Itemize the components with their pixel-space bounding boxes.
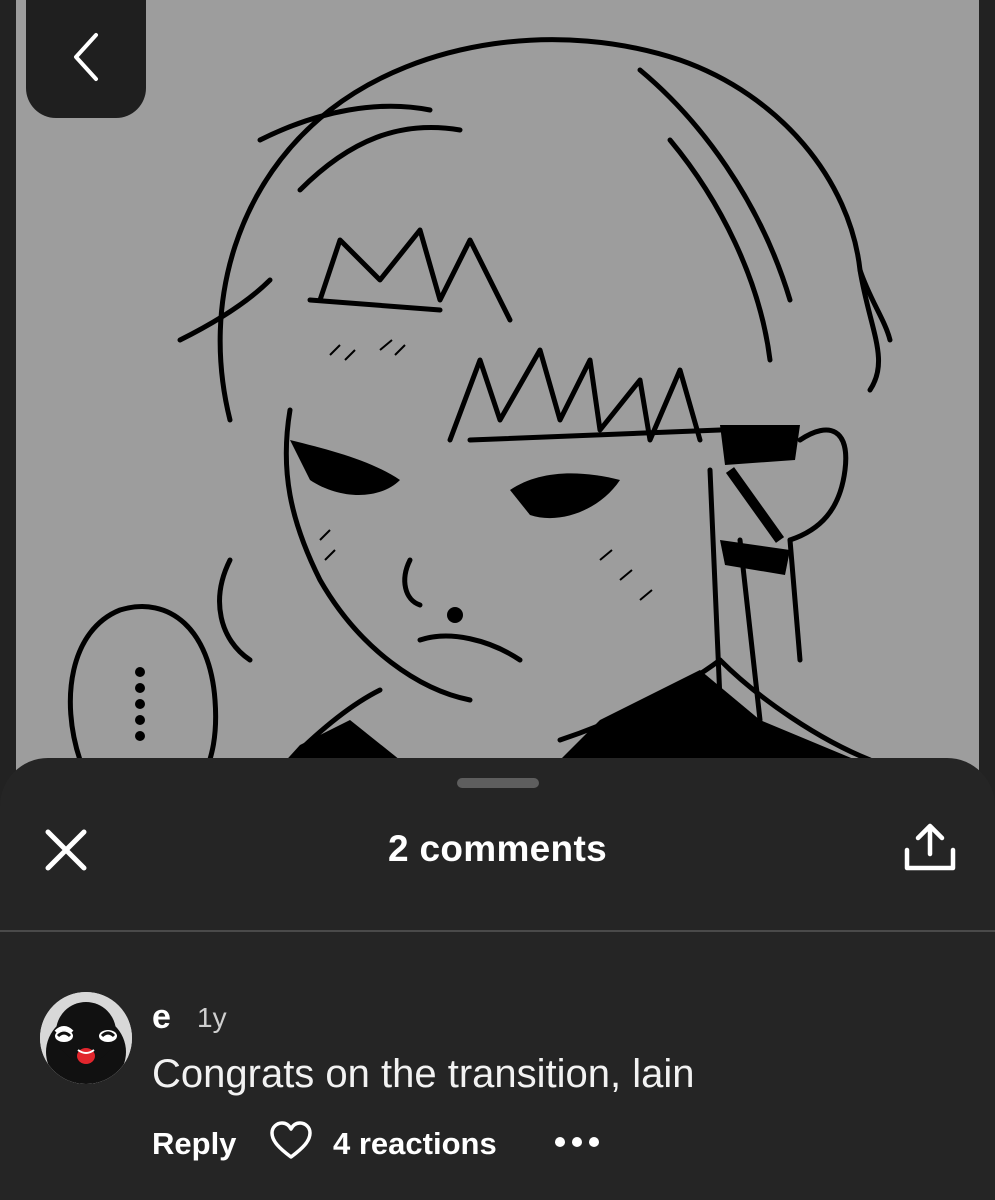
share-icon xyxy=(902,822,958,879)
divider xyxy=(0,930,995,932)
share-button[interactable] xyxy=(898,820,962,880)
comment-text: Congrats on the transition, lain xyxy=(152,1052,695,1096)
comments-title: 2 comments xyxy=(388,828,607,869)
drag-handle[interactable] xyxy=(457,778,539,788)
comment-time: 1y xyxy=(197,1002,227,1033)
back-button[interactable] xyxy=(26,0,146,118)
avatar[interactable] xyxy=(40,992,132,1084)
chevron-left-icon xyxy=(66,29,106,90)
reactions-count[interactable]: 4 reactions xyxy=(333,1126,497,1162)
reply-button[interactable]: Reply xyxy=(152,1126,236,1162)
comments-sheet: 2 comments e 1y Congrats on the transiti… xyxy=(0,758,995,1200)
heart-button[interactable] xyxy=(268,1120,314,1166)
ellipsis-icon xyxy=(554,1135,600,1153)
more-button[interactable] xyxy=(548,1124,606,1164)
comment-author[interactable]: e xyxy=(152,998,171,1037)
pin-image xyxy=(16,0,979,800)
manga-illustration xyxy=(67,37,930,800)
heart-icon xyxy=(269,1120,313,1166)
